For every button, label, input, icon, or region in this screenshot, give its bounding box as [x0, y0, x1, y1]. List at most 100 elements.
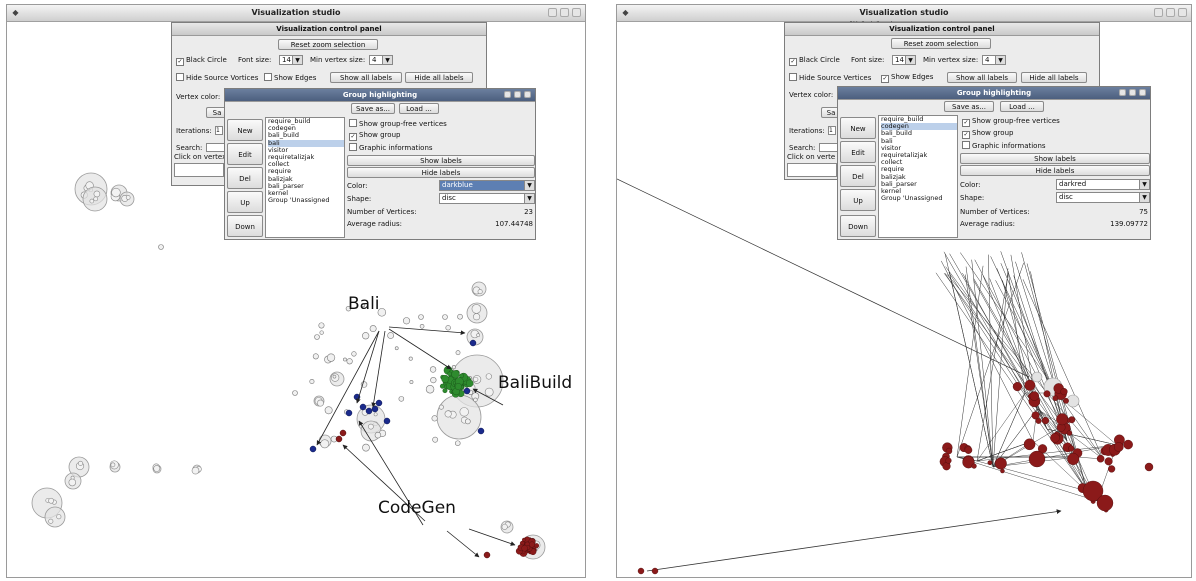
graph-vertex-gray — [158, 244, 164, 250]
checkbox-icon — [962, 141, 970, 149]
maximize-icon[interactable] — [1129, 89, 1136, 96]
minimize-icon[interactable] — [504, 91, 511, 98]
iterations-field[interactable]: 1 — [828, 126, 836, 135]
hide-labels-button[interactable]: Hide labels — [960, 165, 1150, 176]
iterations-field[interactable]: 1 — [215, 126, 223, 135]
show-labels-button[interactable]: Show labels — [347, 155, 535, 166]
shape-select[interactable]: disc ▼ — [1056, 192, 1150, 203]
shape-select[interactable]: disc ▼ — [439, 193, 535, 204]
new-group-button[interactable]: New — [227, 119, 263, 141]
vertex-info-area[interactable] — [787, 163, 837, 177]
right-window-titlebar[interactable]: ◆ Visualization studio — [617, 5, 1191, 22]
graph-vertex-gray — [314, 334, 320, 340]
vertex-info-area[interactable] — [174, 163, 224, 177]
graph-vertex-red — [945, 457, 952, 464]
color-select[interactable]: darkblue ▼ — [439, 180, 535, 191]
font-size-select[interactable]: 14 ▼ — [279, 55, 303, 65]
right-control-panel-title[interactable]: Visualization control panel — [785, 23, 1099, 36]
graph-vertex-red — [1043, 390, 1051, 398]
new-group-button[interactable]: New — [840, 117, 876, 139]
graph-vertex-red — [521, 545, 528, 552]
color-value: darkred — [1059, 180, 1087, 188]
graph-vertex-gray — [418, 314, 424, 320]
black-circle-checkbox[interactable]: ✓ Black Circle — [789, 56, 840, 66]
left-group-panel: Group highlighting Save as... Load ... N… — [224, 88, 536, 240]
edit-group-button[interactable]: Edit — [840, 141, 876, 163]
group-list-item[interactable]: Group 'Unassigned — [268, 197, 344, 204]
show-all-labels-button[interactable]: Show all labels — [947, 72, 1017, 83]
close-icon[interactable] — [524, 91, 531, 98]
graph-vertex-gray — [438, 404, 444, 410]
graph-vertex-red — [335, 435, 343, 443]
close-icon[interactable] — [1139, 89, 1146, 96]
reset-zoom-button[interactable]: Reset zoom selection — [278, 39, 378, 50]
show-labels-button[interactable]: Show labels — [960, 153, 1150, 164]
graph-vertex-gray — [111, 187, 121, 198]
hide-all-labels-button[interactable]: Hide all labels — [405, 72, 473, 83]
save-as-button[interactable]: Save as... — [944, 101, 994, 112]
show-group-free-checkbox[interactable]: Show group-free vertices — [349, 119, 447, 129]
graph-vertex-green — [439, 383, 445, 389]
min-vertex-select[interactable]: 4 ▼ — [369, 55, 393, 65]
maximize-icon[interactable] — [514, 91, 521, 98]
graph-vertex-gray — [471, 304, 482, 314]
left-group-panel-title-text: Group highlighting — [342, 91, 418, 99]
search-input[interactable] — [206, 143, 226, 152]
show-group-checkbox[interactable]: ✓ Show group — [349, 131, 400, 141]
up-group-button[interactable]: Up — [840, 189, 876, 211]
group-list[interactable]: require_build codegen bali_build bali vi… — [265, 117, 345, 238]
save-as-button[interactable]: Save as... — [351, 103, 395, 114]
search-label: Search: — [789, 144, 816, 152]
left-window-titlebar[interactable]: ◆ Visualization studio — [7, 5, 585, 22]
checkbox-checked-icon: ✓ — [349, 133, 357, 141]
graph-vertex-blue — [365, 407, 373, 415]
show-group-free-checkbox[interactable]: ✓ Show group-free vertices — [962, 117, 1060, 127]
close-icon[interactable] — [1178, 8, 1187, 17]
graph-vertex-gray — [374, 431, 382, 439]
left-group-panel-title[interactable]: Group highlighting — [225, 89, 535, 102]
show-group-checkbox[interactable]: ✓ Show group — [962, 129, 1013, 139]
delete-group-button[interactable]: Del — [840, 165, 876, 187]
group-list[interactable]: require_build codegen bali_build bali vi… — [878, 115, 958, 238]
right-group-panel-title[interactable]: Group highlighting — [838, 87, 1150, 100]
load-button[interactable]: Load ... — [1000, 101, 1044, 112]
hide-labels-button[interactable]: Hide labels — [347, 167, 535, 178]
down-group-button[interactable]: Down — [227, 215, 263, 237]
black-circle-checkbox[interactable]: ✓ Black Circle — [176, 56, 227, 66]
minimize-icon[interactable] — [548, 8, 557, 17]
maximize-icon[interactable] — [560, 8, 569, 17]
delete-group-button[interactable]: Del — [227, 167, 263, 189]
show-edges-checkbox[interactable]: ✓ Show Edges — [881, 73, 933, 83]
color-select[interactable]: darkred ▼ — [1056, 179, 1150, 190]
graph-vertex-green — [454, 383, 462, 391]
hide-source-checkbox[interactable]: Hide Source Vortices — [176, 73, 258, 83]
graphic-info-checkbox[interactable]: Graphic informations — [349, 143, 433, 153]
graphic-info-checkbox[interactable]: Graphic informations — [962, 141, 1046, 151]
left-control-panel-title[interactable]: Visualization control panel — [172, 23, 486, 36]
iterations-label: Iterations: — [789, 127, 825, 135]
up-group-button[interactable]: Up — [227, 191, 263, 213]
show-edges-checkbox[interactable]: Show Edges — [264, 73, 316, 83]
hide-all-labels-button[interactable]: Hide all labels — [1021, 72, 1087, 83]
shape-value: disc — [442, 194, 456, 202]
graph-vertex-gray — [78, 460, 83, 466]
minimize-icon[interactable] — [1154, 8, 1163, 17]
close-icon[interactable] — [572, 8, 581, 17]
hide-source-checkbox[interactable]: Hide Source Vertices — [789, 73, 871, 83]
edit-group-button[interactable]: Edit — [227, 143, 263, 165]
graph-vertex-red — [483, 551, 491, 559]
show-all-labels-button[interactable]: Show all labels — [330, 72, 402, 83]
reset-zoom-button[interactable]: Reset zoom selection — [891, 38, 991, 49]
checkbox-icon — [349, 119, 357, 127]
maximize-icon[interactable] — [1166, 8, 1175, 17]
load-button[interactable]: Load ... — [399, 103, 439, 114]
minimize-icon[interactable] — [1119, 89, 1126, 96]
annotation-arrow — [446, 530, 480, 558]
search-input[interactable] — [819, 143, 839, 152]
down-group-button[interactable]: Down — [840, 215, 876, 237]
font-size-select[interactable]: 14 ▼ — [892, 55, 916, 65]
min-vertex-select[interactable]: 4 ▼ — [982, 55, 1006, 65]
min-vertex-value: 4 — [372, 56, 377, 64]
graph-edge — [965, 266, 994, 468]
group-list-item[interactable]: Group 'Unassigned — [881, 195, 957, 202]
